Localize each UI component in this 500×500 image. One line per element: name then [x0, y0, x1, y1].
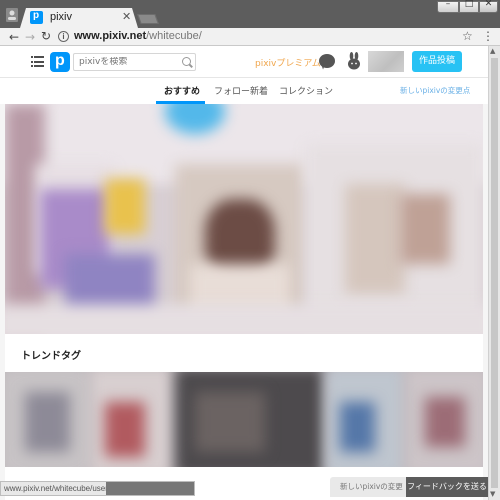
tab-collection[interactable]: コレクション	[279, 84, 333, 97]
tab-close-icon[interactable]: ✕	[122, 10, 131, 23]
tab-title: pixiv	[50, 11, 73, 23]
address-bar[interactable]: www.pixiv.net/whitecube/	[74, 30, 202, 42]
scroll-thumb[interactable]	[491, 58, 498, 488]
url-host: www.pixiv.net	[74, 30, 147, 42]
browser-window: p pixiv ✕ – □ ✕ ← → ↻ i www.pixiv.net/wh…	[0, 0, 500, 500]
minimize-button[interactable]: –	[437, 0, 459, 13]
avatar[interactable]	[368, 51, 404, 72]
featured-artwork-banner[interactable]	[5, 104, 483, 334]
scroll-down-arrow-icon[interactable]: ▼	[490, 490, 495, 498]
tab-following[interactable]: フォロー新着	[214, 84, 268, 97]
premium-link[interactable]: pixivプレミアム	[255, 56, 321, 69]
bookmark-star-icon[interactable]: ☆	[462, 29, 473, 43]
trend-tags-strip[interactable]	[5, 372, 483, 467]
footer-changes-link[interactable]: 新しいpixivの変更点	[330, 477, 406, 497]
trend-tags-title: トレンドタグ	[21, 351, 81, 362]
new-tab-button[interactable]	[137, 14, 159, 24]
page-content: p pixivプレミアム 作品投稿 おすすめ フォロー新着 コレクション 新しい…	[0, 46, 488, 500]
pixiv-favicon-icon: p	[30, 10, 43, 24]
changes-link[interactable]: 新しいpixivの変更点	[400, 85, 470, 96]
search-box[interactable]	[73, 53, 196, 71]
window-close-button[interactable]: ✕	[479, 0, 498, 13]
forward-arrow-icon[interactable]: →	[25, 30, 35, 44]
site-info-icon[interactable]: i	[58, 31, 69, 42]
post-artwork-button[interactable]: 作品投稿	[412, 51, 462, 72]
trend-tags-section: トレンドタグ	[5, 334, 483, 372]
subnav: おすすめ フォロー新着 コレクション 新しいpixivの変更点	[0, 78, 488, 104]
pixiv-logo[interactable]: p	[50, 52, 70, 72]
back-arrow-icon[interactable]: ←	[9, 30, 19, 44]
browser-toolbar: ← → ↻ i www.pixiv.net/whitecube/ ☆ ⋮	[0, 28, 500, 46]
reload-icon[interactable]: ↻	[41, 29, 51, 43]
search-input[interactable]	[79, 57, 179, 67]
message-icon[interactable]	[319, 54, 335, 68]
status-bar-url: www.pixiv.net/whitecube/user	[0, 481, 195, 496]
profile-icon[interactable]	[4, 8, 20, 22]
menu-icon[interactable]	[31, 56, 44, 67]
rabbit-icon[interactable]	[347, 52, 361, 70]
scrollbar[interactable]: ▲ ▼	[488, 46, 500, 500]
browser-menu-icon[interactable]: ⋮	[482, 29, 494, 43]
maximize-button[interactable]: □	[459, 0, 479, 13]
tab-recommended[interactable]: おすすめ	[164, 84, 200, 97]
pixiv-header: p pixivプレミアム 作品投稿	[0, 46, 488, 78]
feedback-button[interactable]: フィードバックを送る	[406, 477, 488, 497]
search-icon[interactable]	[182, 57, 191, 66]
url-path: /whitecube/	[146, 30, 202, 42]
title-bar: p pixiv ✕ – □ ✕	[0, 0, 500, 28]
scroll-up-arrow-icon[interactable]: ▲	[490, 47, 495, 55]
feedback-bar: 新しいpixivの変更点 フィードバックを送る	[330, 477, 488, 497]
browser-tab[interactable]: p pixiv ✕	[20, 8, 138, 28]
